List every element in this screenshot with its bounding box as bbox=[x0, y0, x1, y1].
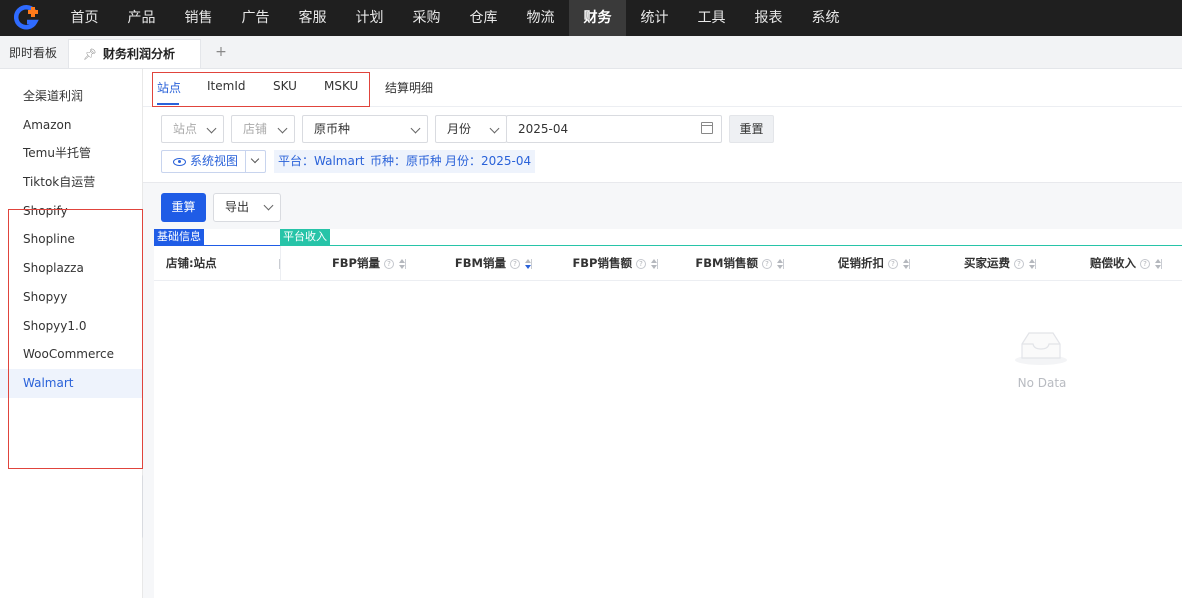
site-select[interactable]: 站点 bbox=[161, 115, 224, 143]
shop-select-placeholder: 店铺 bbox=[243, 122, 268, 136]
filter-tag-platform: 平台：Walmart bbox=[274, 150, 369, 173]
nav-item-9[interactable]: 财务 bbox=[569, 0, 626, 36]
chevron-down-icon bbox=[489, 123, 500, 134]
export-button[interactable]: 导出 bbox=[213, 193, 281, 222]
eye-icon bbox=[173, 157, 186, 166]
nav-item-12[interactable]: 报表 bbox=[740, 0, 797, 36]
group-basic-info: 基础信息 bbox=[154, 229, 204, 245]
highlight-box-tabs bbox=[152, 72, 370, 107]
nav-menu: 首页 产品 销售 广告 客服 计划 采购 仓库 物流 财务 统计 工具 报表 系统 bbox=[56, 0, 854, 36]
help-icon[interactable]: ? bbox=[510, 258, 520, 269]
filter-tag-month: 月份：2025-04 bbox=[441, 150, 536, 173]
column-fbm-sales-label: FBM销售额 bbox=[695, 256, 758, 270]
shop-select[interactable]: 店铺 bbox=[231, 115, 295, 143]
sidebar-item-1[interactable]: Amazon bbox=[0, 111, 142, 140]
column-fbm-qty[interactable]: FBM销量? bbox=[455, 246, 532, 281]
main-content: 站点 ItemId SKU MSKU 结算明细 站点 店铺 原币种 月份 202… bbox=[143, 69, 1182, 598]
table-header: 店铺:站点 FBP销量? FBM销量? FBP销售额? FBM销售额? 促销折扣… bbox=[154, 246, 1182, 281]
empty-state-text: No Data bbox=[1017, 376, 1067, 390]
currency-select[interactable]: 原币种 bbox=[302, 115, 428, 143]
nav-item-8[interactable]: 物流 bbox=[512, 0, 569, 36]
view-select[interactable]: 系统视图 bbox=[161, 150, 266, 173]
chevron-down-icon bbox=[263, 200, 274, 211]
chevron-down-icon bbox=[206, 123, 217, 134]
column-buyer-shipping-label: 买家运费 bbox=[964, 256, 1010, 270]
pin-icon[interactable]: 📌︎ bbox=[83, 40, 97, 69]
add-tab-button[interactable]: + bbox=[201, 36, 241, 68]
nav-item-7[interactable]: 仓库 bbox=[455, 0, 512, 36]
nav-item-2[interactable]: 销售 bbox=[170, 0, 227, 36]
column-fbm-sales[interactable]: FBM销售额? bbox=[695, 246, 784, 281]
column-fbp-qty[interactable]: FBP销量? bbox=[332, 246, 406, 281]
nav-item-5[interactable]: 计划 bbox=[341, 0, 398, 36]
column-fbm-qty-label: FBM销量 bbox=[454, 256, 506, 270]
nav-item-0[interactable]: 首页 bbox=[56, 0, 113, 36]
column-divider[interactable] bbox=[1035, 259, 1036, 269]
app-logo[interactable] bbox=[0, 0, 56, 36]
column-shop-site[interactable]: 店铺:站点 bbox=[166, 246, 217, 281]
view-split-divider bbox=[245, 151, 246, 172]
month-picker[interactable]: 2025-04 bbox=[506, 115, 722, 143]
column-promo-discount-label: 促销折扣 bbox=[838, 256, 884, 270]
chevron-down-icon[interactable] bbox=[250, 154, 260, 164]
tab-settlement-detail[interactable]: 结算明细 bbox=[385, 79, 433, 96]
period-type-value: 月份 bbox=[447, 122, 472, 136]
calendar-icon bbox=[701, 122, 713, 134]
column-fbp-sales[interactable]: FBP销售额? bbox=[572, 246, 658, 281]
period-type-select[interactable]: 月份 bbox=[435, 115, 507, 143]
sidebar-item-3[interactable]: Tiktok自运营 bbox=[0, 168, 142, 197]
help-icon[interactable]: ? bbox=[1140, 258, 1150, 269]
nav-item-11[interactable]: 工具 bbox=[683, 0, 740, 36]
frozen-column-border bbox=[280, 246, 281, 281]
tab-dashboard[interactable]: 即时看板 bbox=[0, 36, 66, 68]
page-tabs: 即时看板 📌︎ 财务利润分析 + bbox=[0, 36, 1182, 69]
chevron-down-icon bbox=[277, 123, 288, 134]
column-divider[interactable] bbox=[531, 259, 532, 269]
column-divider[interactable] bbox=[657, 259, 658, 269]
column-promo-discount[interactable]: 促销折扣? bbox=[838, 246, 910, 281]
logo-icon bbox=[14, 5, 39, 30]
platform-sidebar: 全渠道利润 Amazon Temu半托管 Tiktok自运营 Shopify Shopli… bbox=[0, 69, 143, 598]
dimension-tabs: 站点 ItemId SKU MSKU 结算明细 bbox=[143, 69, 1182, 107]
tab-profit-analysis[interactable]: 📌︎ 财务利润分析 bbox=[68, 39, 202, 69]
column-divider[interactable] bbox=[1161, 259, 1162, 269]
help-icon[interactable]: ? bbox=[888, 258, 898, 269]
help-icon[interactable]: ? bbox=[762, 258, 772, 269]
help-icon[interactable]: ? bbox=[1014, 258, 1024, 269]
help-icon[interactable]: ? bbox=[636, 258, 646, 269]
nav-item-10[interactable]: 统计 bbox=[626, 0, 683, 36]
column-buyer-shipping[interactable]: 买家运费? bbox=[964, 246, 1036, 281]
sidebar-item-2[interactable]: Temu半托管 bbox=[0, 139, 142, 168]
export-button-label: 导出 bbox=[225, 200, 250, 214]
nav-item-6[interactable]: 采购 bbox=[398, 0, 455, 36]
help-icon[interactable]: ? bbox=[384, 258, 394, 269]
nav-item-3[interactable]: 广告 bbox=[227, 0, 284, 36]
highlight-box-platforms bbox=[8, 209, 143, 469]
column-compensation-label: 赔偿收入 bbox=[1090, 256, 1136, 270]
column-fbp-sales-label: FBP销售额 bbox=[572, 256, 632, 270]
recalculate-button[interactable]: 重算 bbox=[161, 193, 206, 222]
month-picker-value: 2025-04 bbox=[518, 122, 569, 136]
chevron-down-icon bbox=[410, 123, 421, 134]
nav-item-1[interactable]: 产品 bbox=[113, 0, 170, 36]
sidebar-item-0[interactable]: 全渠道利润 bbox=[0, 82, 142, 111]
view-select-label: 系统视图 bbox=[190, 154, 239, 168]
nav-item-13[interactable]: 系统 bbox=[797, 0, 854, 36]
column-fbp-qty-label: FBP销量 bbox=[331, 256, 380, 270]
tab-profit-analysis-label: 财务利润分析 bbox=[102, 46, 175, 61]
top-nav: 首页 产品 销售 广告 客服 计划 采购 仓库 物流 财务 统计 工具 报表 系统 bbox=[0, 0, 1182, 36]
site-select-placeholder: 站点 bbox=[173, 122, 198, 136]
nav-item-4[interactable]: 客服 bbox=[284, 0, 341, 36]
column-divider[interactable] bbox=[783, 259, 784, 269]
empty-inbox-icon bbox=[1015, 332, 1067, 365]
filter-tag-currency: 币种：原币种 bbox=[366, 150, 447, 173]
group-platform-income: 平台收入 bbox=[280, 229, 330, 245]
profit-table: 基础信息 平台收入 店铺:站点 FBP销量? FBM销量? FBP销售额? FB… bbox=[154, 229, 1182, 598]
column-divider[interactable] bbox=[405, 259, 406, 269]
reset-button[interactable]: 重置 bbox=[729, 115, 774, 143]
currency-select-value: 原币种 bbox=[314, 122, 351, 136]
column-divider[interactable] bbox=[909, 259, 910, 269]
column-compensation[interactable]: 赔偿收入? bbox=[1090, 246, 1162, 281]
column-shop-site-label: 店铺:站点 bbox=[166, 256, 217, 270]
